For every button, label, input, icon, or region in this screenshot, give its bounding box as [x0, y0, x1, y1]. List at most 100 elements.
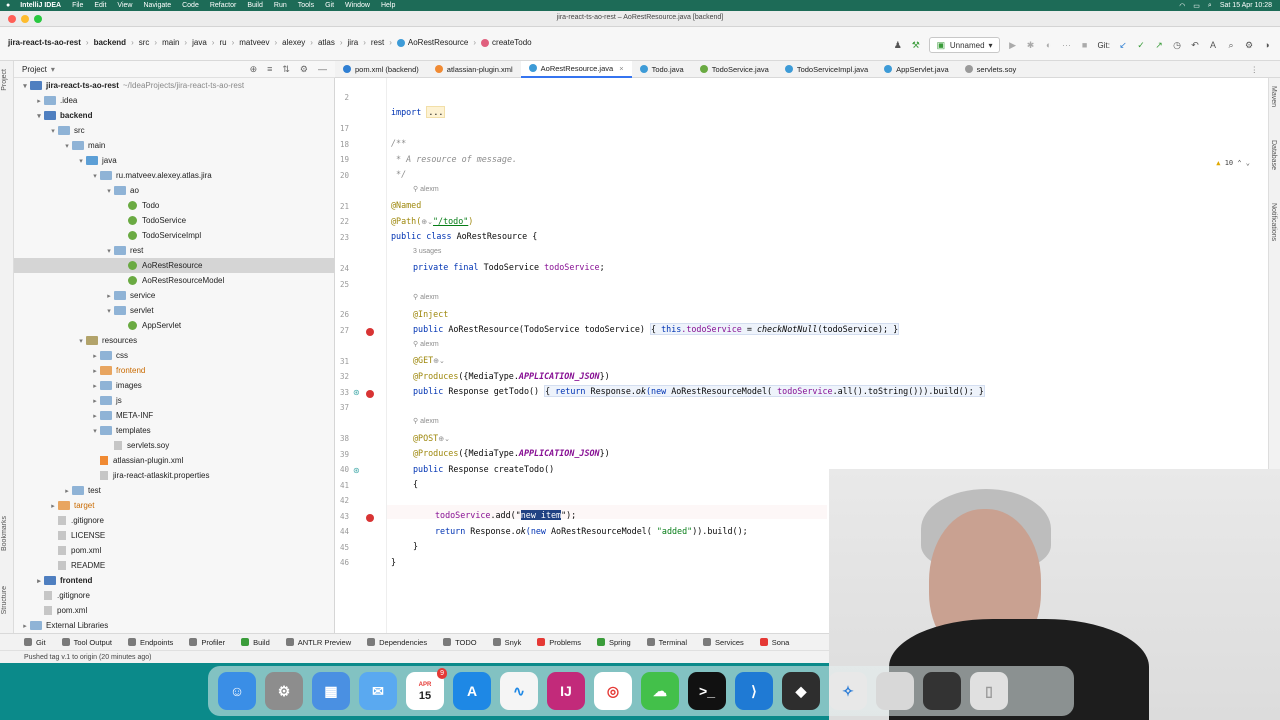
launchpad-icon[interactable]: ▦ — [312, 672, 350, 710]
project-view-dropdown[interactable]: Project — [22, 65, 47, 74]
notifications-tool-label[interactable]: Notifications — [1270, 203, 1277, 241]
tree-item[interactable]: README — [14, 558, 334, 573]
tree-item[interactable]: AppServlet — [14, 318, 334, 333]
author-hint[interactable]: ⚲ alexm — [413, 291, 439, 305]
safari-icon[interactable]: ✧ — [829, 672, 867, 710]
line-number[interactable]: 27 — [335, 326, 349, 335]
tree-item[interactable]: atlassian-plugin.xml — [14, 453, 334, 468]
import-fold[interactable]: ... — [426, 106, 446, 118]
selected-text[interactable]: new item — [520, 510, 562, 520]
line-number[interactable]: 40 — [335, 465, 349, 474]
author-hint[interactable]: ⚲ alexm — [413, 415, 439, 429]
endpoint-icon[interactable]: ⊛ — [353, 466, 360, 475]
author-hint[interactable]: ⚲ alexm — [413, 183, 439, 197]
menu-run[interactable]: Run — [274, 2, 287, 9]
tree-item[interactable]: pom.xml — [14, 603, 334, 618]
tool-window-button[interactable]: ANTLR Preview — [285, 638, 351, 647]
tree-item[interactable]: TodoService — [14, 213, 334, 228]
chevron-down-icon[interactable]: ▾ — [104, 187, 114, 195]
crumb-method[interactable]: createTodo — [492, 38, 532, 47]
menu-refactor[interactable]: Refactor — [210, 2, 236, 9]
line-number[interactable]: 2 — [335, 93, 349, 102]
editor-tab[interactable]: Todo.java — [632, 61, 692, 78]
finder-icon[interactable]: ☺ — [218, 672, 256, 710]
build-hammer-icon[interactable]: ⚒ — [911, 40, 921, 50]
chevron-right-icon[interactable]: ▸ — [20, 622, 30, 630]
more-run-icon[interactable]: ⋯ — [1062, 40, 1072, 50]
line-number[interactable]: 25 — [335, 280, 349, 289]
more-tabs-icon[interactable]: ⋮ — [1251, 65, 1280, 74]
crumb-backend[interactable]: backend — [94, 38, 126, 47]
editor-tab[interactable]: TodoService.java — [692, 61, 777, 78]
usages-hint[interactable]: 3 usages — [413, 245, 441, 259]
menu-clock[interactable]: Sat 15 Apr 10:28 — [1220, 2, 1272, 9]
search-everywhere-icon[interactable]: ⌕ — [1226, 40, 1236, 50]
tree-item[interactable]: ▾ rest — [14, 243, 334, 258]
tree-item[interactable]: ▾ ao — [14, 183, 334, 198]
tool-window-button[interactable]: Tool Output — [61, 638, 112, 647]
tree-item[interactable]: ▾ backend — [14, 108, 334, 123]
tree-item[interactable]: ▸ test — [14, 483, 334, 498]
window-thumbnail-icon[interactable] — [923, 672, 961, 710]
line-number[interactable]: 42 — [335, 496, 349, 505]
tree-item[interactable]: pom.xml — [14, 543, 334, 558]
editor-tab[interactable]: TodoServiceImpl.java — [777, 61, 876, 78]
gear-icon[interactable]: ⚙ — [300, 64, 308, 75]
target-icon[interactable]: ⊕ — [250, 64, 258, 75]
crumb-alexey[interactable]: alexey — [282, 38, 305, 47]
tree-item[interactable]: jira-react-atlaskit.properties — [14, 468, 334, 483]
rollback-icon[interactable]: ↶ — [1190, 40, 1200, 50]
battery-icon[interactable]: ▭ — [1193, 2, 1200, 10]
chevron-down-icon[interactable]: ▾ — [76, 337, 86, 345]
inspection-widget[interactable]: ▲ 10 ⌃ ⌄ — [1216, 159, 1250, 167]
tree-item[interactable]: ▸ target — [14, 498, 334, 513]
chevron-right-icon[interactable]: ▸ — [48, 502, 58, 510]
chevron-right-icon[interactable]: ▸ — [34, 97, 44, 105]
vscode-icon[interactable]: ⟩ — [735, 672, 773, 710]
calendar-icon[interactable]: APR 15 9 — [406, 668, 447, 710]
tree-item[interactable]: .gitignore — [14, 513, 334, 528]
tree-item[interactable]: .gitignore — [14, 588, 334, 603]
expand-all-icon[interactable]: ≡ — [267, 64, 272, 75]
tool-window-button[interactable]: Snyk — [492, 638, 521, 647]
breakpoint-icon[interactable] — [366, 514, 374, 522]
toolbox-icon[interactable]: ◑ — [1262, 40, 1272, 50]
hide-icon[interactable]: — — [318, 64, 327, 75]
stop-icon[interactable]: ■ — [1080, 40, 1090, 50]
chevron-down-icon[interactable]: ▾ — [104, 307, 114, 315]
tree-item[interactable]: AoRestResource — [14, 258, 334, 273]
terminal-icon[interactable]: >_ — [688, 672, 726, 710]
mail-icon[interactable]: ✉ — [359, 672, 397, 710]
line-number[interactable]: 23 — [335, 233, 349, 242]
gitkraken-icon[interactable]: ◆ — [782, 672, 820, 710]
chevron-right-icon[interactable]: ▸ — [90, 412, 100, 420]
menu-navigate[interactable]: Navigate — [143, 2, 171, 9]
tree-item[interactable]: LICENSE — [14, 528, 334, 543]
menu-help[interactable]: Help — [381, 2, 395, 9]
editor-tab[interactable]: AoRestResource.java × — [520, 60, 632, 78]
tool-window-button[interactable]: Endpoints — [127, 638, 173, 647]
translate-icon[interactable]: A — [1208, 40, 1218, 50]
tool-window-button[interactable]: Dependencies — [367, 638, 427, 647]
debug-icon[interactable]: ✱ — [1026, 40, 1036, 50]
line-number[interactable]: 44 — [335, 527, 349, 536]
tree-item[interactable]: ▸ css — [14, 348, 334, 363]
user-icon[interactable]: ♟ — [893, 40, 903, 50]
line-number[interactable]: 45 — [335, 543, 349, 552]
chrome-icon[interactable]: ◎ — [594, 672, 632, 710]
menu-git[interactable]: Git — [325, 2, 334, 9]
chevron-down-icon[interactable]: ▾ — [34, 112, 44, 120]
crumb-main[interactable]: main — [162, 38, 179, 47]
coverage-icon[interactable]: ◐ — [1044, 40, 1054, 50]
chevron-right-icon[interactable]: ▸ — [34, 577, 44, 585]
line-number[interactable]: 46 — [335, 558, 349, 567]
tree-item[interactable]: ▾ main — [14, 138, 334, 153]
run-icon[interactable]: ▶ — [1008, 40, 1018, 50]
app-store-icon[interactable]: A — [453, 672, 491, 710]
history-icon[interactable]: ◷ — [1172, 40, 1182, 50]
project-tool-label[interactable]: Project — [1, 69, 8, 91]
line-number[interactable]: 43 — [335, 512, 349, 521]
menu-file[interactable]: File — [72, 2, 83, 9]
line-number[interactable]: 21 — [335, 202, 349, 211]
window-thumbnail-icon[interactable] — [876, 672, 914, 710]
